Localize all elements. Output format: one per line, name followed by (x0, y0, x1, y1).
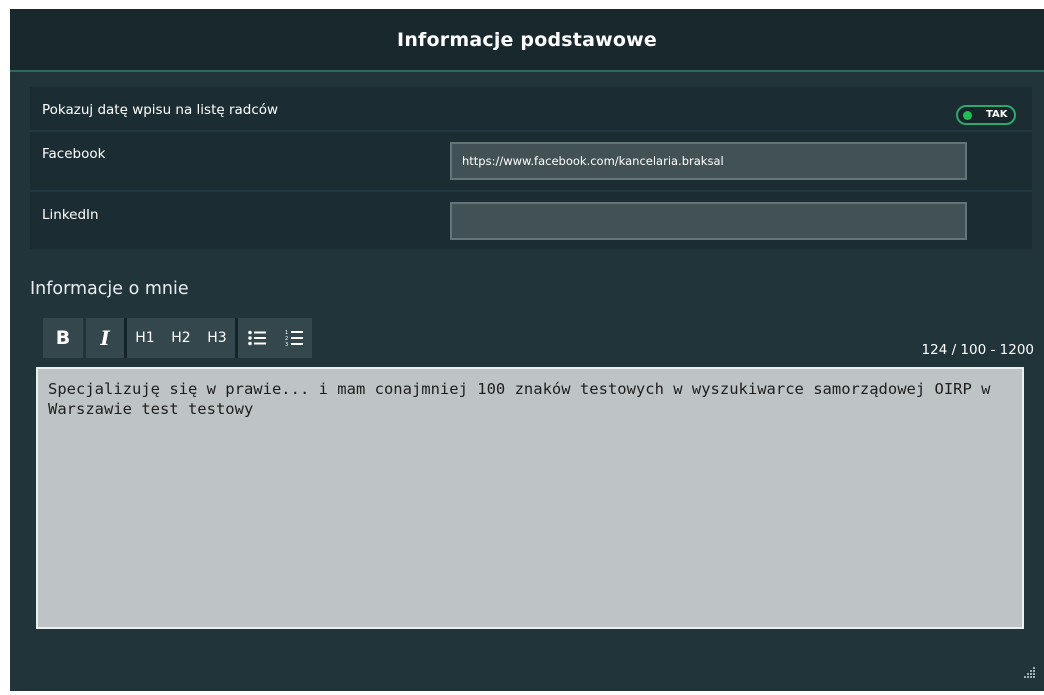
toggle-label: TAK (986, 109, 1008, 120)
numbered-list-icon: 1 2 3 (285, 330, 303, 347)
resize-handle-icon[interactable] (1022, 663, 1036, 678)
heading1-button[interactable]: H1 (127, 318, 163, 358)
italic-button[interactable]: I (86, 318, 124, 358)
show-date-label: Pokazuj datę wpisu na listę radców (42, 102, 279, 118)
show-date-toggle[interactable]: TAK (956, 105, 1016, 125)
numbered-list-button[interactable]: 1 2 3 (275, 318, 312, 358)
bold-button[interactable]: B (43, 318, 83, 358)
toggle-indicator-dot (963, 111, 972, 120)
bulleted-list-button[interactable] (238, 318, 275, 358)
linkedin-label: LinkedIn (42, 207, 99, 223)
editor-toolbar: B I H1 H2 H3 1 2 3 (43, 318, 312, 358)
facebook-url-input[interactable] (450, 142, 967, 180)
basic-info-panel: Informacje podstawowe Pokazuj datę wpisu… (10, 9, 1044, 691)
panel-title: Informacje podstawowe (397, 28, 657, 51)
character-counter: 124 / 100 - 1200 (921, 342, 1034, 358)
linkedin-row: LinkedIn (30, 192, 1032, 249)
bulleted-list-icon (247, 330, 266, 346)
facebook-label: Facebook (42, 146, 106, 162)
about-section-title: Informacje o mnie (30, 279, 189, 299)
svg-text:3: 3 (285, 342, 288, 347)
facebook-row: Facebook (30, 132, 1032, 190)
show-date-row: Pokazuj datę wpisu na listę radców TAK (30, 87, 1032, 131)
heading2-button[interactable]: H2 (163, 318, 199, 358)
about-me-editor[interactable]: Specjalizuję się w prawie... i mam conaj… (36, 367, 1024, 629)
panel-header: Informacje podstawowe (10, 9, 1044, 72)
heading3-button[interactable]: H3 (199, 318, 235, 358)
settings-panel: Pokazuj datę wpisu na listę radców TAK F… (30, 87, 1032, 249)
linkedin-url-input[interactable] (450, 202, 967, 240)
